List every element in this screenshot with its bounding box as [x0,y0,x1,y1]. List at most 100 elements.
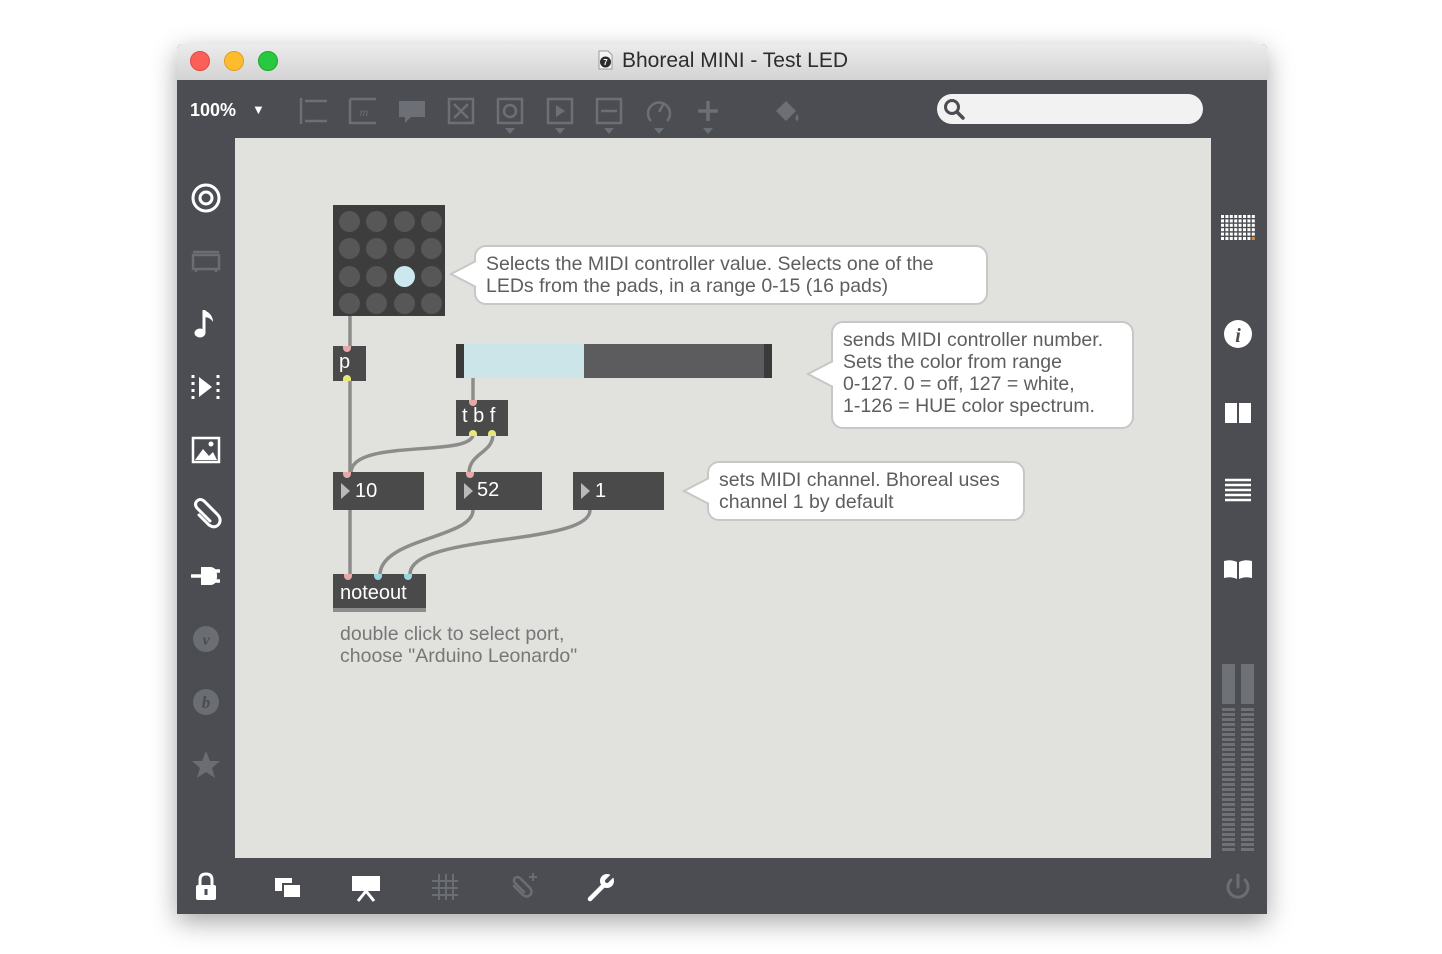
meter-segment [1222,838,1235,841]
channel-number-value[interactable]: 1 [595,480,606,503]
meter-segment [1222,713,1235,716]
caret-down-icon[interactable] [505,128,515,134]
trigger-tbf-object[interactable]: t b f [456,400,508,436]
grid-cell [1234,228,1238,232]
windows-icon[interactable] [271,870,305,904]
led-pad[interactable] [393,238,415,259]
inlet[interactable] [404,574,412,580]
presentation-icon[interactable] [349,870,383,904]
led-pad[interactable] [338,238,360,259]
zoom-caret-icon[interactable]: ▼ [252,102,265,117]
image-icon[interactable] [186,430,226,470]
grid-cell [1251,232,1255,236]
noteout-object[interactable]: noteout [333,574,426,612]
step-forward-icon[interactable] [186,367,226,407]
plus-icon[interactable] [691,94,725,128]
inlet[interactable] [374,574,382,580]
search-field[interactable] [937,94,1203,124]
meter-segment [1241,833,1254,836]
led-pad[interactable] [421,293,442,314]
grid-cell [1229,232,1233,236]
dial-icon[interactable] [642,94,676,128]
caret-down-icon[interactable] [604,128,614,134]
open-book-icon[interactable] [1218,549,1258,589]
clip-add-icon[interactable] [506,870,540,904]
outlet[interactable] [488,430,496,436]
comment-pointer [806,360,834,388]
led-pad[interactable] [393,293,415,314]
list-icon[interactable] [1218,471,1258,511]
grid-icon[interactable] [428,870,462,904]
toggle-x-icon[interactable] [444,94,478,128]
meter-segment [1241,778,1254,781]
led-pad[interactable] [338,265,360,287]
meter-segment [1222,793,1235,796]
comment-line: double click to select port, [340,623,565,645]
inlet[interactable] [344,574,352,580]
music-note-icon[interactable] [186,304,226,344]
led-pad[interactable] [421,265,442,287]
paperclip-icon[interactable] [186,493,226,533]
zoom-level[interactable]: 100% [190,100,236,121]
caret-down-icon[interactable] [654,128,664,134]
slider-knob[interactable] [584,344,587,378]
slider-icon[interactable] [592,94,626,128]
inlet[interactable] [343,472,351,478]
paint-bucket-icon[interactable] [770,94,804,128]
meter-segment [1222,848,1235,851]
led-pad[interactable] [338,210,360,232]
led-pad[interactable] [366,238,387,259]
caret-down-icon[interactable] [703,128,713,134]
info-icon[interactable]: i [1218,314,1258,354]
meter-segment [1241,763,1254,766]
book-split-icon[interactable] [1218,393,1258,433]
led-pad[interactable] [421,210,442,232]
star-icon[interactable] [186,745,226,785]
led-pad[interactable] [421,238,442,259]
wrench-icon[interactable] [584,870,618,904]
led-matrix[interactable] [333,205,445,316]
led-pad[interactable] [338,293,360,314]
meter-segment [1222,763,1235,766]
grid-matrix-icon[interactable] [1218,209,1258,249]
inlet[interactable] [466,472,474,478]
led-pad[interactable] [393,210,415,232]
number-box-controller[interactable]: 52 [456,472,542,510]
patcher-canvas[interactable]: p t b f 10 52 1 noteout Selects the MIDI… [235,138,1211,858]
power-icon[interactable] [1221,870,1255,904]
meter-segment [1222,718,1235,721]
grid-cell [1247,237,1251,240]
controller-number-value[interactable]: 52 [477,479,499,502]
b-badge-icon[interactable]: b [186,682,226,722]
comment-icon[interactable] [395,94,429,128]
note-number-value[interactable]: 10 [355,480,377,503]
p-subpatch-object[interactable]: p [333,346,366,381]
max-document-icon: 7 [598,50,613,70]
play-box-icon[interactable] [543,94,577,128]
meter-segment [1222,798,1235,801]
outlet[interactable] [469,430,477,436]
grid-cell [1247,215,1251,218]
plug-icon[interactable] [186,556,226,596]
led-pad-selected[interactable] [393,265,415,287]
number-box-note[interactable]: 10 [333,472,424,510]
grid-cell [1238,228,1242,232]
vimeo-v-icon[interactable]: v [186,619,226,659]
message-box-icon[interactable]: m [346,94,380,128]
meter-segment [1241,738,1254,741]
presentation-list-icon[interactable] [297,94,331,128]
number-box-channel[interactable]: 1 [573,472,664,510]
device-icon[interactable] [186,241,226,281]
led-pad[interactable] [366,210,387,232]
lock-icon[interactable] [189,870,223,904]
grid-cell [1221,219,1224,223]
target-icon[interactable] [186,178,226,218]
meter-segment [1222,723,1235,726]
led-pad[interactable] [366,265,387,287]
meter-segment [1241,793,1254,796]
color-slider[interactable] [456,344,772,378]
button-circle-icon[interactable] [493,94,527,128]
outlet[interactable] [343,375,351,381]
caret-down-icon[interactable] [555,128,565,134]
led-pad[interactable] [366,293,387,314]
